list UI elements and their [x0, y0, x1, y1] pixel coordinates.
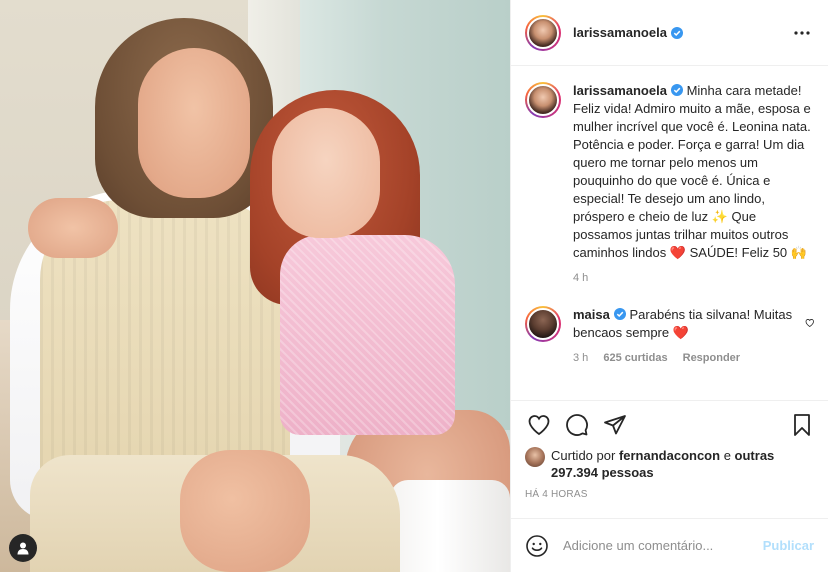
action-icons: [525, 411, 816, 439]
reply-meta: 3 h 625 curtidas Responder: [573, 352, 814, 364]
photo-hand: [28, 198, 118, 258]
likes-summary: Curtido por fernandaconcon e outras 297.…: [525, 447, 816, 481]
ellipsis-icon: [794, 30, 810, 35]
share-button[interactable]: [601, 411, 629, 439]
post-header: larissamanoela: [511, 0, 828, 66]
heart-icon: [528, 415, 550, 436]
reply-comment: maisa Parabéns tia silvana! Muitas benca…: [525, 306, 814, 342]
share-icon: [604, 415, 626, 435]
comments-list[interactable]: larissamanoela Minha cara metade! Feliz …: [511, 66, 828, 400]
comment-input[interactable]: [563, 538, 763, 553]
caption-text-block: larissamanoela Minha cara metade! Feliz …: [573, 82, 814, 262]
publish-button[interactable]: Publicar: [763, 538, 814, 553]
save-button[interactable]: [788, 411, 816, 439]
photo-mother-face: [138, 48, 250, 198]
caption-time[interactable]: 4 h: [573, 272, 588, 284]
caption-comment: larissamanoela Minha cara metade! Feliz …: [525, 82, 814, 262]
reply-body: maisa Parabéns tia silvana! Muitas benca…: [561, 306, 799, 342]
caption-username[interactable]: larissamanoela: [573, 83, 667, 98]
liker-username[interactable]: fernandaconcon: [619, 448, 720, 463]
more-options-button[interactable]: [790, 21, 814, 45]
photo-daughter-jacket: [280, 235, 455, 435]
bookmark-icon: [794, 414, 810, 436]
like-button[interactable]: [525, 411, 553, 439]
likes-text: Curtido por fernandaconcon e outras 297.…: [551, 447, 816, 481]
caption-avatar[interactable]: [525, 82, 561, 118]
verified-badge-icon: [613, 308, 626, 320]
author-username[interactable]: larissamanoela: [573, 25, 667, 40]
photo-mother-arm: [180, 450, 310, 572]
likes-middle: e: [723, 448, 731, 463]
reply-avatar[interactable]: [525, 306, 561, 342]
post-photo[interactable]: [0, 0, 510, 572]
reply-username[interactable]: maisa: [573, 307, 610, 322]
post-timestamp[interactable]: HÁ 4 HORAS: [525, 489, 816, 500]
reply-button[interactable]: Responder: [683, 352, 740, 364]
photo-boots: [390, 480, 510, 572]
photo-daughter-face: [272, 108, 380, 238]
instagram-post: larissamanoela larissamanoela Minha cara…: [0, 0, 828, 572]
comment-heart-icon[interactable]: [805, 316, 814, 330]
add-comment-bar: Publicar: [511, 518, 828, 572]
smile-icon[interactable]: [525, 534, 549, 558]
liker-avatar[interactable]: [525, 447, 545, 467]
likes-prefix: Curtido por: [551, 448, 616, 463]
caption-text: Minha cara metade! Feliz vida! Admiro mu…: [573, 83, 811, 260]
tagged-user-button[interactable]: [9, 534, 37, 562]
comment-icon: [566, 414, 588, 436]
author-avatar[interactable]: [525, 14, 561, 51]
reply-time[interactable]: 3 h: [573, 352, 588, 364]
reply-text-block: maisa Parabéns tia silvana! Muitas benca…: [573, 306, 799, 342]
verified-badge-icon: [670, 26, 683, 39]
caption-meta: 4 h: [573, 272, 814, 284]
verified-badge-icon: [670, 84, 683, 96]
user-icon: [17, 542, 29, 555]
comment-button[interactable]: [563, 411, 591, 439]
post-actions: Curtido por fernandaconcon e outras 297.…: [511, 400, 828, 572]
post-sidebar: larissamanoela larissamanoela Minha cara…: [510, 0, 828, 572]
reply-likes[interactable]: 625 curtidas: [603, 352, 667, 364]
